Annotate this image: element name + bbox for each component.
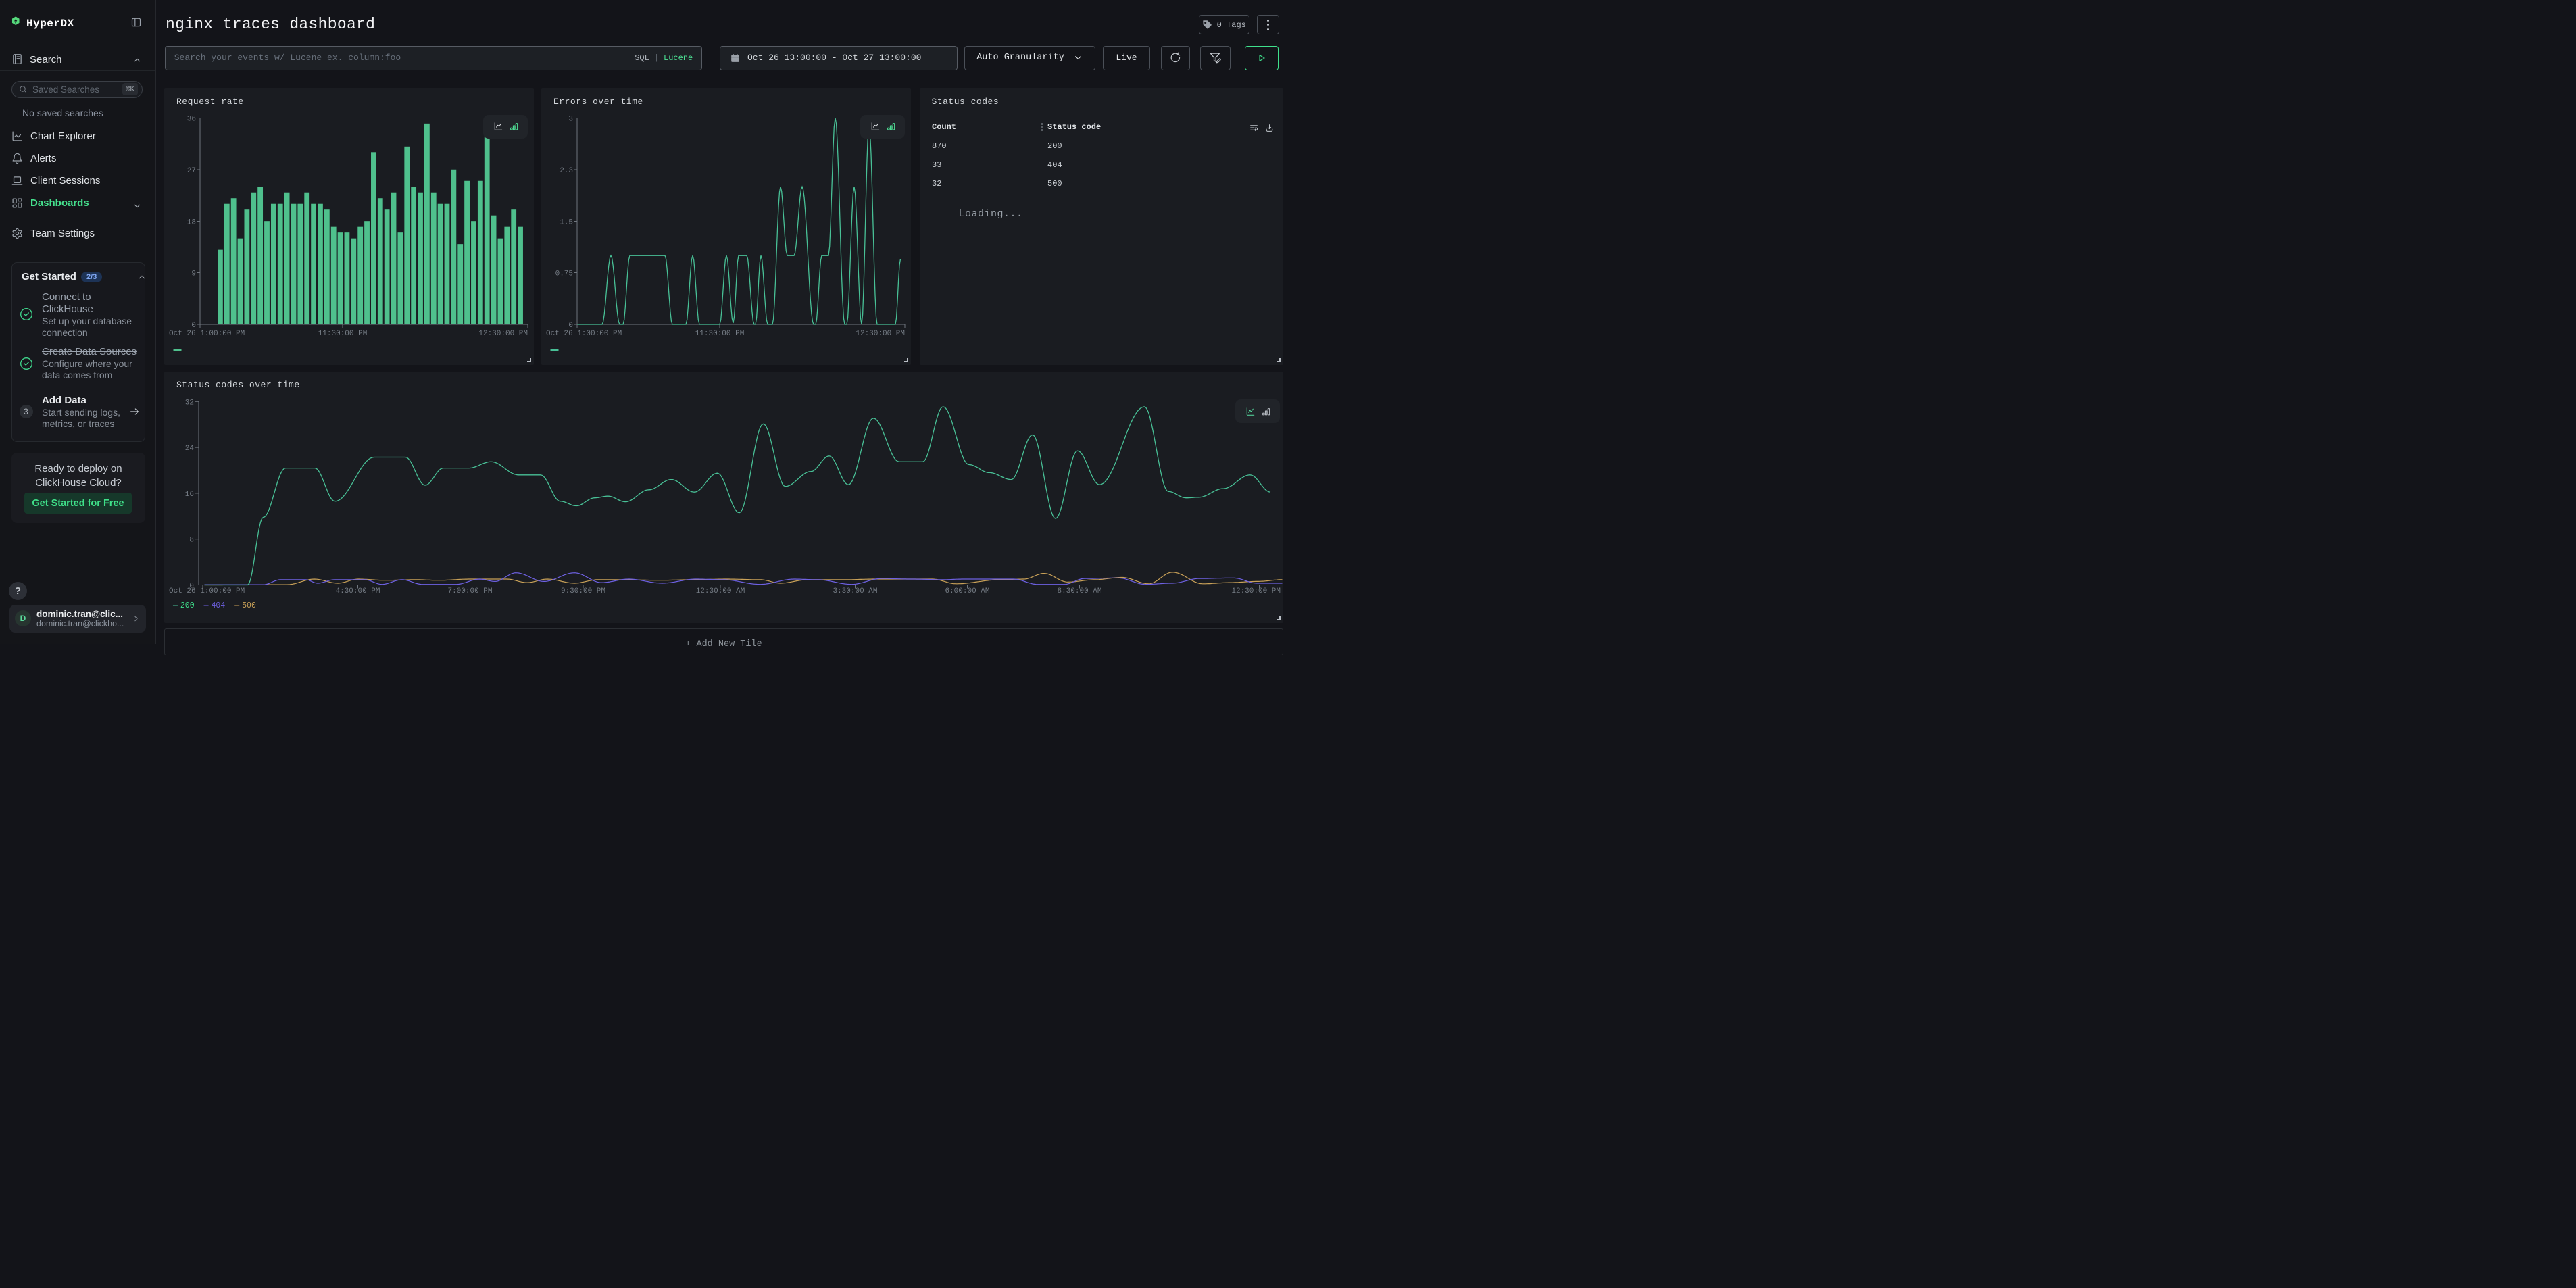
svg-text:32: 32 (185, 399, 194, 407)
svg-text:12:30:00 PM: 12:30:00 PM (856, 330, 905, 338)
svg-text:12:30:00 PM: 12:30:00 PM (478, 330, 528, 338)
svg-text:9:30:00 PM: 9:30:00 PM (561, 587, 605, 595)
svg-text:24: 24 (185, 445, 195, 453)
svg-text:1.5: 1.5 (560, 219, 573, 227)
svg-text:Oct 26 1:00:00 PM: Oct 26 1:00:00 PM (169, 330, 245, 338)
svg-text:12:30:00 AM: 12:30:00 AM (696, 587, 745, 595)
svg-text:27: 27 (187, 167, 196, 175)
svg-text:0.75: 0.75 (555, 270, 573, 278)
svg-text:11:30:00 PM: 11:30:00 PM (695, 330, 745, 338)
svg-text:Oct 26 1:00:00 PM: Oct 26 1:00:00 PM (546, 330, 622, 338)
svg-text:7:00:00 PM: 7:00:00 PM (447, 587, 492, 595)
svg-text:16: 16 (185, 490, 194, 498)
svg-text:2.3: 2.3 (560, 167, 573, 175)
svg-text:12:30:00 PM: 12:30:00 PM (1231, 587, 1281, 595)
svg-text:3:30:00 AM: 3:30:00 AM (833, 587, 877, 595)
svg-text:18: 18 (187, 219, 196, 227)
svg-text:6:00:00 AM: 6:00:00 AM (945, 587, 989, 595)
svg-text:9: 9 (191, 270, 196, 278)
svg-text:8:30:00 AM: 8:30:00 AM (1057, 587, 1101, 595)
svg-text:8: 8 (189, 536, 194, 544)
svg-text:11:30:00 PM: 11:30:00 PM (318, 330, 368, 338)
svg-text:36: 36 (187, 116, 196, 124)
svg-text:4:30:00 PM: 4:30:00 PM (335, 587, 380, 595)
svg-text:0: 0 (191, 322, 196, 330)
svg-text:3: 3 (568, 116, 573, 124)
svg-text:0: 0 (568, 322, 573, 330)
svg-text:Oct 26 1:00:00 PM: Oct 26 1:00:00 PM (169, 587, 245, 595)
